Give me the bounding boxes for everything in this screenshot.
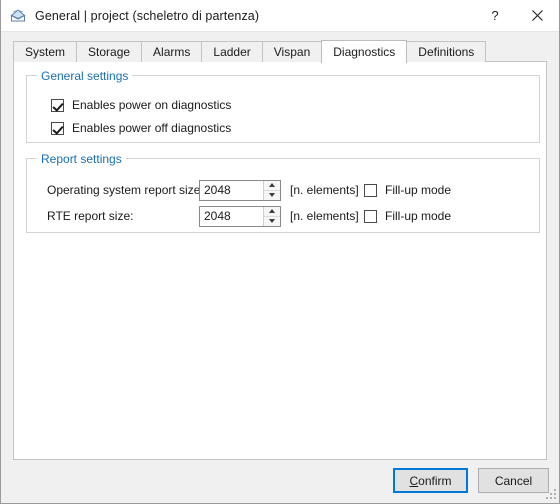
title-bar-buttons: ? [475,0,559,31]
chevron-up-icon [269,209,275,213]
general-settings-group: General settings Enables power on diagno… [26,69,540,143]
rte-fill-up-mode-checkbox[interactable] [364,209,377,223]
power-on-diagnostics-checkbox[interactable] [51,98,64,112]
tab-storage[interactable]: Storage [76,41,143,62]
cancel-label: Cancel [494,473,533,488]
rte-report-size-stepper[interactable] [199,205,281,227]
os-report-size-row: Operating system report size: [n. elemen… [47,179,527,201]
help-button[interactable]: ? [475,0,515,31]
confirm-label: onfirm [418,473,452,488]
rte-report-size-row: RTE report size: [n. elements] [47,205,527,227]
window-title: General | project (scheletro di partenza… [35,8,260,23]
power-off-diagnostics-checkbox[interactable] [51,121,64,135]
tab-vispan[interactable]: Vispan [261,41,323,62]
resize-grip-icon[interactable] [546,489,558,501]
os-fill-up-mode-row[interactable]: Fill-up mode [364,183,451,197]
cancel-button[interactable]: Cancel [478,468,549,493]
tab-definitions[interactable]: Definitions [406,41,487,62]
question-mark-icon: ? [491,8,499,23]
tab-diagnostics[interactable]: Diagnostics [321,40,408,63]
tab-alarms[interactable]: Alarms [141,41,203,62]
tab-ladder[interactable]: Ladder [201,41,263,62]
power-off-diagnostics-label: Enables power off diagnostics [72,121,232,135]
close-button[interactable] [515,0,559,31]
power-off-diagnostics-row[interactable]: Enables power off diagnostics [51,121,231,135]
chevron-down-icon [269,193,275,197]
rte-report-size-spin-buttons [263,206,280,226]
report-settings-group: Report settings Operating system report … [26,152,540,233]
envelope-icon [9,7,27,25]
tab-system[interactable]: System [13,41,78,62]
os-report-size-decrement-button[interactable] [264,190,280,200]
rte-fill-up-mode-row[interactable]: Fill-up mode [364,209,451,223]
os-report-size-input[interactable] [200,180,263,200]
os-report-size-units: [n. elements] [290,183,359,197]
tab-content-panel: General settings Enables power on diagno… [13,61,547,460]
os-fill-up-mode-checkbox[interactable] [364,183,377,197]
general-settings-title: General settings [37,69,133,83]
os-fill-up-mode-label: Fill-up mode [385,183,452,197]
title-bar: General | project (scheletro di partenza… [1,0,559,32]
os-report-size-label: Operating system report size: [47,183,204,197]
rte-report-size-increment-button[interactable] [264,206,280,217]
os-report-size-spin-buttons [263,180,280,200]
power-on-diagnostics-label: Enables power on diagnostics [72,98,232,112]
tab-strip: System Storage Alarms Ladder Vispan Diag… [13,40,487,63]
chevron-down-icon [269,219,275,223]
rte-report-size-label: RTE report size: [47,209,134,223]
os-report-size-increment-button[interactable] [264,180,280,191]
rte-report-size-decrement-button[interactable] [264,216,280,226]
rte-report-size-input[interactable] [200,206,263,226]
close-icon [531,10,543,21]
chevron-up-icon [269,183,275,187]
dialog-footer: Confirm Cancel [1,464,560,504]
dialog-window: General | project (scheletro di partenza… [0,0,560,504]
confirm-accelerator: C [409,473,419,488]
report-settings-title: Report settings [37,152,126,166]
confirm-button[interactable]: Confirm [393,468,468,493]
rte-report-size-units: [n. elements] [290,209,359,223]
rte-fill-up-mode-label: Fill-up mode [385,209,452,223]
power-on-diagnostics-row[interactable]: Enables power on diagnostics [51,98,231,112]
os-report-size-stepper[interactable] [199,179,281,201]
